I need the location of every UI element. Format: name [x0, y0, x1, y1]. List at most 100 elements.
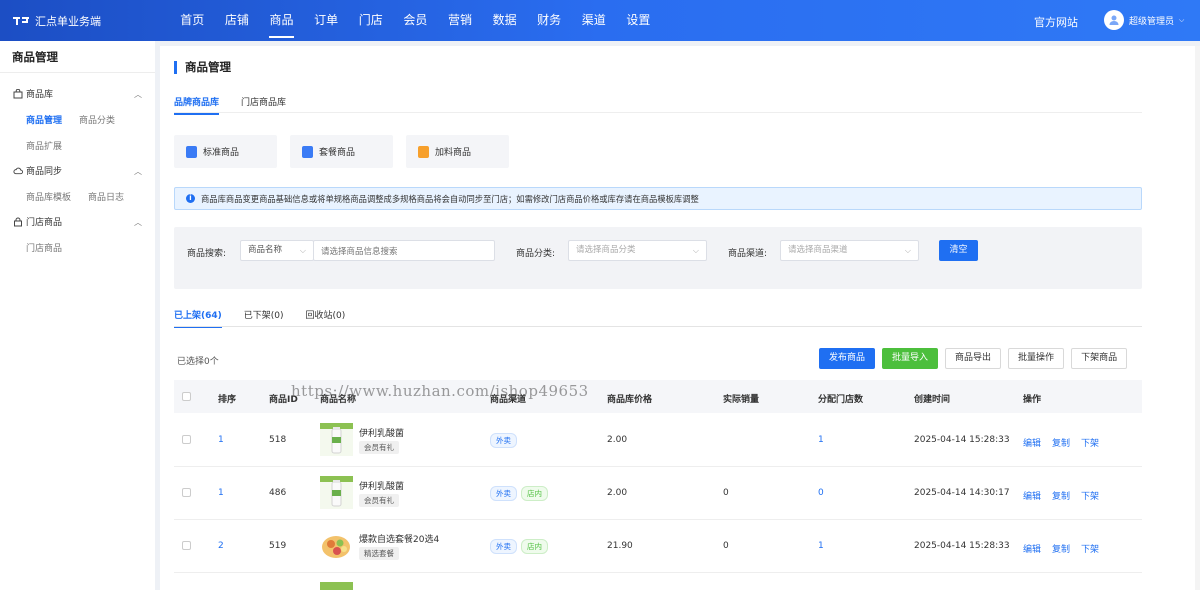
chevron-up-icon: ︿ [134, 218, 142, 227]
edit-link[interactable]: 编辑 [1023, 489, 1041, 502]
row-checkbox[interactable] [182, 541, 191, 550]
product-id: 518 [269, 435, 287, 445]
bag-icon [13, 88, 23, 99]
type-card-standard[interactable]: 标准商品 [174, 135, 277, 168]
top-navigation-bar: 汇点单业务端 首页 店铺 商品 订单 门店 会员 营销 数据 财务 渠道 设置 … [0, 0, 1200, 41]
sidebar-item-product-template[interactable]: 商品库模板 [26, 190, 71, 203]
product-tag: 精选套餐 [359, 547, 399, 560]
divider [174, 326, 1142, 327]
product-sales: 0 [723, 541, 729, 551]
sort-value[interactable]: 2 [218, 541, 224, 551]
category-label: 商品分类: [516, 249, 556, 259]
chevron-down-icon: ⌵ [1179, 15, 1185, 24]
category-select[interactable]: 请选择商品分类 ⌵ [568, 240, 707, 261]
info-notice: i 商品库商品变更商品基础信息或将单规格商品调整成多规格商品将会自动同步至门店；… [174, 187, 1142, 210]
export-button[interactable]: 商品导出 [945, 348, 1002, 369]
copy-link[interactable]: 复制 [1052, 436, 1070, 449]
copy-link[interactable]: 复制 [1052, 489, 1070, 502]
nav-marketing[interactable]: 营销 [438, 0, 483, 41]
store-count[interactable]: 1 [818, 541, 824, 551]
row-checkbox[interactable] [182, 435, 191, 444]
unlist-link[interactable]: 下架 [1081, 489, 1099, 502]
tab-recycle-bin[interactable]: 回收站(0) [306, 308, 346, 328]
clear-button[interactable]: 清空 [939, 240, 978, 261]
batch-import-button[interactable]: 批量导入 [882, 348, 939, 369]
cup-icon [418, 145, 429, 158]
nav-home[interactable]: 首页 [170, 0, 215, 41]
edit-link[interactable]: 编辑 [1023, 542, 1041, 555]
select-all-checkbox[interactable] [182, 392, 191, 401]
nav-shops[interactable]: 门店 [348, 0, 393, 41]
nav-data[interactable]: 数据 [482, 0, 527, 41]
sidebar-item-store-products[interactable]: 门店商品 [26, 241, 62, 254]
product-image [320, 582, 353, 590]
nav-finance[interactable]: 财务 [527, 0, 572, 41]
sidebar-item-product-management[interactable]: 商品管理 [26, 113, 62, 126]
nav-members[interactable]: 会员 [393, 0, 438, 41]
sidebar-item-product-log[interactable]: 商品日志 [88, 190, 124, 203]
product-tag: 会员有礼 [359, 441, 399, 454]
channel-badge-dine-in: 店内 [521, 486, 548, 501]
edit-link[interactable]: 编辑 [1023, 436, 1041, 449]
nav-settings[interactable]: 设置 [616, 0, 661, 41]
col-sales[interactable]: 实际销量 [723, 392, 759, 405]
store-count[interactable]: 1 [818, 435, 824, 445]
product-image [320, 529, 353, 562]
chevron-down-icon: ⌵ [904, 246, 911, 255]
sidebar-group-product-sync[interactable]: 商品同步 ︿ [0, 158, 155, 183]
sidebar-group-store-products[interactable]: 门店商品 ︿ [0, 209, 155, 234]
user-name: 超级管理员 [1129, 16, 1175, 27]
col-price[interactable]: 商品库价格 [607, 392, 652, 405]
sidebar-group-product-library[interactable]: 商品库 ︿ [0, 81, 155, 106]
type-card-addon[interactable]: 加料商品 [406, 135, 509, 168]
unlist-product-button[interactable]: 下架商品 [1071, 348, 1128, 369]
col-stores[interactable]: 分配门店数 [818, 392, 863, 405]
sort-value[interactable]: 1 [218, 488, 224, 498]
product-name[interactable]: 伊利乳酸菌 [359, 479, 404, 492]
product-sales: 0 [723, 488, 729, 498]
copy-link[interactable]: 复制 [1052, 542, 1070, 555]
type-label: 标准商品 [203, 148, 240, 158]
shopping-bag-icon [302, 145, 313, 158]
action-buttons: 发布商品 批量导入 商品导出 批量操作 下架商品 [819, 348, 1128, 369]
type-card-combo[interactable]: 套餐商品 [290, 135, 393, 168]
sidebar: 商品管理 商品库 ︿ 商品管理 商品分类 商品扩展 商品同步 ︿ 商品库模板 商… [0, 41, 155, 590]
chevron-up-icon: ︿ [134, 90, 142, 99]
sort-value[interactable]: 1 [218, 435, 224, 445]
col-sort[interactable]: 排序 [218, 392, 236, 405]
app-logo[interactable]: 汇点单业务端 [13, 13, 101, 29]
nav-store[interactable]: 店铺 [215, 0, 260, 41]
product-name[interactable]: 爆款自选套餐20选4 [359, 532, 439, 545]
lock-icon [13, 217, 23, 227]
page-title: 商品管理 [174, 61, 231, 74]
row-actions: 编辑 复制 下架 [1023, 436, 1099, 449]
product-price: 2.00 [607, 488, 628, 498]
store-count[interactable]: 0 [818, 488, 824, 498]
col-created[interactable]: 创建时间 [914, 392, 950, 405]
user-menu[interactable]: 超级管理员 ⌵ [1104, 10, 1184, 30]
nav-channels[interactable]: 渠道 [571, 0, 616, 41]
product-tag: 会员有礼 [359, 494, 399, 507]
main-content: 商品管理 品牌商品库 门店商品库 标准商品 套餐商品 加料商品 i 商品库商品变… [160, 46, 1195, 590]
unlist-link[interactable]: 下架 [1081, 542, 1099, 555]
sidebar-item-product-extension[interactable]: 商品扩展 [26, 139, 62, 152]
row-checkbox[interactable] [182, 488, 191, 497]
sidebar-item-product-category[interactable]: 商品分类 [79, 113, 115, 126]
logo-mark-icon [13, 16, 30, 27]
search-input[interactable] [313, 240, 495, 261]
tab-off-shelf[interactable]: 已下架(0) [244, 308, 284, 328]
product-name[interactable]: 伊利乳酸菌 [359, 426, 404, 439]
search-type-select[interactable]: 商品名称 ⌵ [240, 240, 314, 261]
batch-operation-button[interactable]: 批量操作 [1008, 348, 1065, 369]
selected-count: 已选择0个 [177, 357, 219, 367]
nav-products[interactable]: 商品 [259, 0, 304, 41]
publish-product-button[interactable]: 发布商品 [819, 348, 876, 369]
user-icon [1109, 15, 1119, 25]
tab-on-shelf[interactable]: 已上架(64) [174, 308, 222, 328]
nav-orders[interactable]: 订单 [304, 0, 349, 41]
official-site-link[interactable]: 官方网站 [1034, 14, 1078, 30]
scrollbar[interactable] [1195, 46, 1200, 590]
shopping-bag-icon [186, 145, 197, 158]
channel-select[interactable]: 请选择商品渠道 ⌵ [780, 240, 919, 261]
unlist-link[interactable]: 下架 [1081, 436, 1099, 449]
